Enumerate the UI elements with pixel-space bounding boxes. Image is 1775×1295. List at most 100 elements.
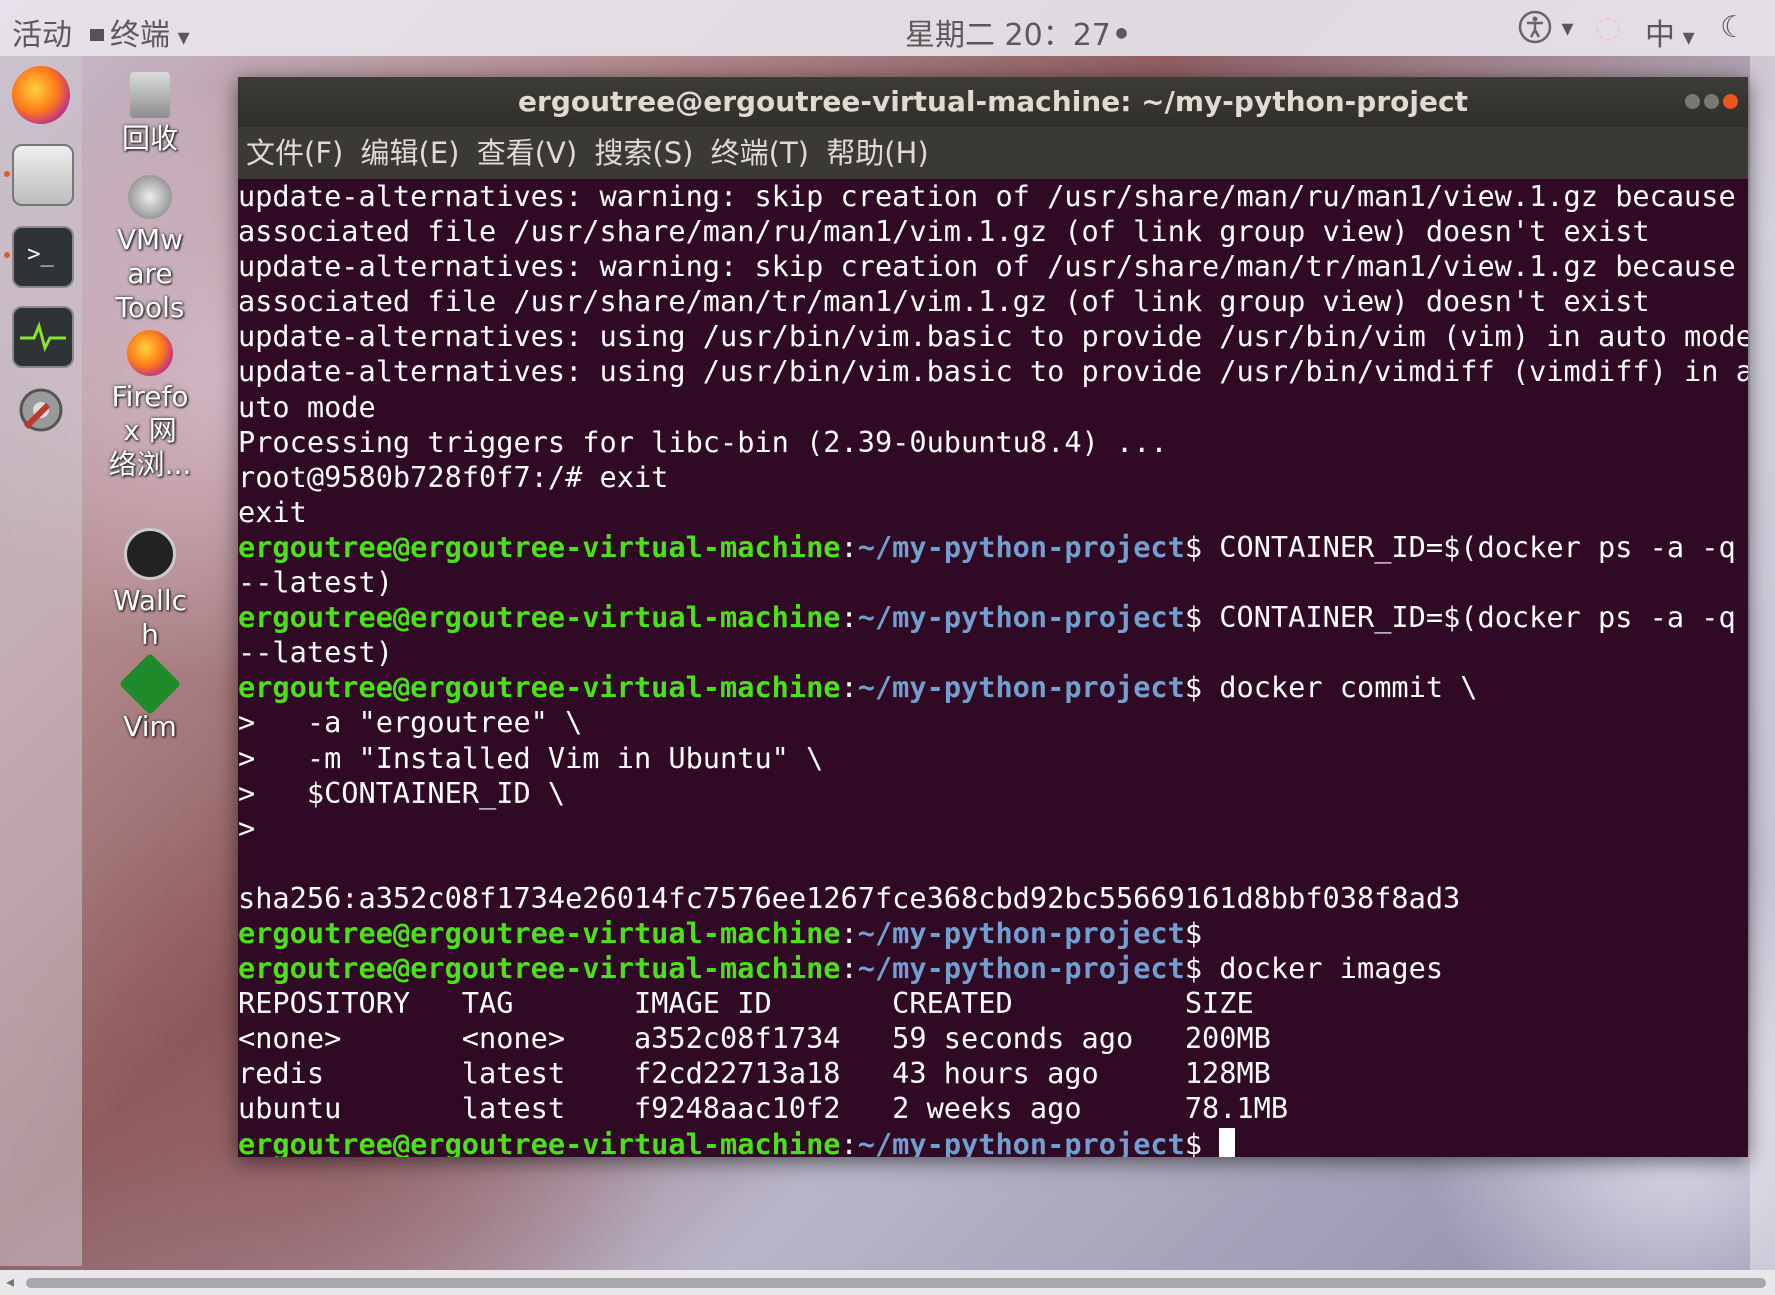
moon-icon[interactable]: ☾	[1720, 10, 1747, 45]
terminal-line-text: update-alternatives: using /usr/bin/vim.…	[238, 354, 1748, 389]
clock[interactable]: 星期二 20：27 ●	[905, 10, 1128, 54]
desktop-item-label: VMw	[116, 223, 184, 256]
desktop-item-firefox[interactable]: Firefo x 网 络浏...	[90, 330, 210, 482]
terminal-prompt-line: ergoutree@ergoutree-virtual-machine:~/my…	[238, 670, 1748, 705]
desktop-item-label: Wallc	[112, 584, 187, 617]
prompt-user-host: ergoutree@ergoutree-virtual-machine	[238, 600, 841, 635]
prompt-path: ~/my-python-project	[857, 951, 1185, 986]
notification-dot-icon: ●	[1110, 25, 1128, 41]
input-method-menu[interactable]: 中 ▾	[1645, 10, 1695, 54]
terminal-prompt-line: ergoutree@ergoutree-virtual-machine:~/my…	[238, 916, 1748, 951]
terminal-prompt-line: ergoutree@ergoutree-virtual-machine:~/my…	[238, 600, 1748, 635]
desktop-item-wallch[interactable]: Wallc h	[90, 528, 210, 652]
running-indicator	[4, 252, 10, 258]
terminal-icon[interactable]: >_	[12, 226, 74, 288]
terminal-line: Processing triggers for libc-bin (2.39-0…	[238, 425, 1748, 460]
terminal-line-text: uto mode	[238, 389, 376, 424]
vim-icon	[118, 652, 182, 716]
maximize-icon[interactable]	[1704, 94, 1719, 109]
menu-terminal[interactable]: 终端(T)	[711, 127, 809, 179]
desktop-item-trash[interactable]: 回收	[90, 72, 210, 156]
terminal-line: redis latest f2cd22713a18 43 hours ago 1…	[238, 1056, 1748, 1091]
terminal-line-text: associated file /usr/share/man/ru/man1/v…	[238, 214, 1650, 249]
running-indicator	[4, 171, 10, 177]
clock-label: 星期二 20：27	[905, 18, 1111, 53]
prompt-path: ~/my-python-project	[857, 1126, 1185, 1157]
minimize-icon[interactable]	[1685, 94, 1700, 109]
chevron-down-icon: ▾	[170, 23, 190, 51]
menu-edit[interactable]: 编辑(E)	[361, 127, 460, 179]
terminal-window[interactable]: ergoutree@ergoutree-virtual-machine: ~/m…	[238, 77, 1748, 1157]
desktop-item-vim[interactable]: Vim	[90, 652, 210, 744]
scrollbar-thumb[interactable]	[26, 1278, 1766, 1288]
prompt-path: ~/my-python-project	[857, 670, 1185, 705]
desktop-item-label: Vim	[123, 710, 177, 743]
terminal-prompt-line: ergoutree@ergoutree-virtual-machine:~/my…	[238, 1127, 1748, 1157]
terminal-line: update-alternatives: warning: skip creat…	[238, 249, 1748, 284]
prompt-separator: :	[840, 1126, 858, 1157]
terminal-line-text: update-alternatives: using /usr/bin/vim.…	[238, 319, 1748, 354]
prompt-user-host: ergoutree@ergoutree-virtual-machine	[238, 1126, 841, 1157]
prompt-separator: :	[840, 915, 858, 950]
desktop-right-edge	[1750, 56, 1775, 1270]
wallch-icon	[124, 528, 176, 580]
desktop-item-vmware-tools[interactable]: VMw are Tools	[90, 175, 210, 325]
input-method-label: 中	[1645, 18, 1675, 53]
terminal-prompt-line: ergoutree@ergoutree-virtual-machine:~/my…	[238, 951, 1748, 986]
top-bar: 活动 终端 ▾ 星期二 20：27 ● ▾ ◌ 中 ▾ ☾	[0, 0, 1775, 56]
terminal-line: > -a "ergoutree" \	[238, 705, 1748, 740]
terminal-line-text: > -m "Installed Vim in Ubuntu" \	[238, 740, 824, 775]
terminal-line-text: CONTAINER_ID=$(docker ps -a -q	[1202, 600, 1736, 635]
window-titlebar[interactable]: ergoutree@ergoutree-virtual-machine: ~/m…	[238, 77, 1748, 127]
prompt-dollar: $	[1184, 1126, 1203, 1157]
terminal-line: uto mode	[238, 390, 1748, 425]
terminal-line-text: update-alternatives: warning: skip creat…	[238, 249, 1736, 284]
terminal-line-text: --latest)	[238, 635, 393, 670]
close-icon[interactable]	[1723, 94, 1738, 109]
terminal-line: REPOSITORY TAG IMAGE ID CREATED SIZE	[238, 986, 1748, 1021]
terminal-line-text: CONTAINER_ID=$(docker ps -a -q	[1202, 529, 1736, 564]
activities-button[interactable]: 活动	[12, 10, 72, 54]
app-menu[interactable]: 终端 ▾	[90, 10, 190, 54]
prompt-user-host: ergoutree@ergoutree-virtual-machine	[238, 915, 841, 950]
menu-help[interactable]: 帮助(H)	[826, 127, 928, 179]
terminal-line-text: > $CONTAINER_ID \	[238, 775, 566, 810]
firefox-icon[interactable]	[12, 66, 70, 124]
menu-file[interactable]: 文件(F)	[246, 127, 343, 179]
desktop-item-label: are	[127, 257, 173, 290]
settings-gear-icon[interactable]	[12, 381, 70, 439]
prompt-dollar: $	[1184, 670, 1203, 705]
prompt-path: ~/my-python-project	[857, 915, 1185, 950]
terminal-line-text: sha256:a352c08f1734e26014fc7576ee1267fce…	[238, 880, 1461, 915]
menu-search[interactable]: 搜索(S)	[594, 127, 693, 179]
terminal-line-text: > -a "ergoutree" \	[238, 705, 583, 740]
trash-icon	[130, 72, 170, 118]
file-manager-icon[interactable]	[12, 144, 74, 206]
terminal-line-text: update-alternatives: warning: skip creat…	[238, 179, 1736, 213]
prompt-dollar: $	[1184, 600, 1203, 635]
menu-view[interactable]: 查看(V)	[477, 127, 577, 179]
app-menu-label: 终端	[110, 18, 170, 53]
dvd-icon	[128, 175, 172, 219]
network-icon[interactable]: ◌	[1595, 10, 1621, 45]
scroll-left-icon[interactable]: ◂	[6, 1272, 14, 1291]
accessibility-icon[interactable]: ▾	[1518, 10, 1574, 52]
terminal-line-text: <none> <none> a352c08f1734 59 seconds ag…	[238, 1021, 1271, 1056]
terminal-line: root@9580b728f0f7:/# exit	[238, 460, 1748, 495]
system-monitor-icon[interactable]	[12, 306, 74, 368]
terminal-line: --latest)	[238, 565, 1748, 600]
terminal-line: <none> <none> a352c08f1734 59 seconds ag…	[238, 1021, 1748, 1056]
terminal-prompt-line: ergoutree@ergoutree-virtual-machine:~/my…	[238, 530, 1748, 565]
terminal-output[interactable]: update-alternatives: warning: skip creat…	[238, 179, 1748, 1157]
terminal-line: associated file /usr/share/man/tr/man1/v…	[238, 284, 1748, 319]
desktop-item-label: x 网	[123, 414, 177, 447]
terminal-line-text: >	[238, 810, 256, 845]
prompt-dollar: $	[1184, 529, 1203, 564]
firefox-icon	[127, 330, 173, 376]
menu-bar: 文件(F) 编辑(E) 查看(V) 搜索(S) 终端(T) 帮助(H)	[238, 127, 1748, 179]
prompt-path: ~/my-python-project	[857, 529, 1185, 564]
terminal-line: update-alternatives: warning: skip creat…	[238, 179, 1748, 214]
terminal-line-text: exit	[238, 494, 307, 529]
horizontal-scrollbar[interactable]: ◂	[0, 1270, 1775, 1295]
